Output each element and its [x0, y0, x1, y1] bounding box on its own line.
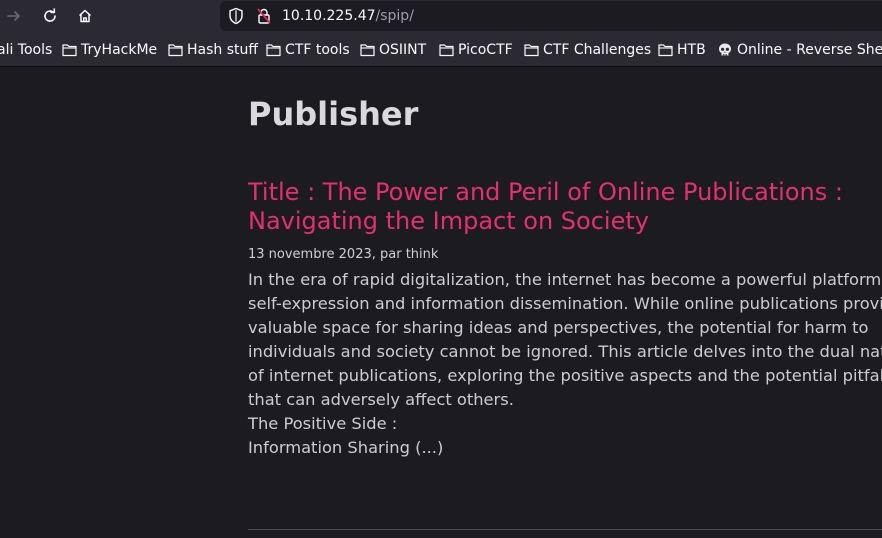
folder-icon	[266, 44, 281, 57]
bookmark-label: ali Tools	[0, 42, 53, 58]
excerpt-line: self-expression and information dissemin…	[248, 294, 882, 313]
bookmark-osiint[interactable]: OSIINT	[360, 41, 426, 59]
article-meta: 13 novembre 2023, par think	[248, 247, 439, 262]
bookmark-htb[interactable]: HTB	[658, 41, 706, 59]
bookmark-label: HTB	[677, 42, 706, 58]
bookmark-online-reverse-shell[interactable]: Online - Reverse Shell	[717, 41, 882, 59]
folder-icon	[439, 44, 454, 57]
skull-icon	[719, 43, 731, 56]
url-host: 10.10.225.47	[282, 8, 376, 24]
home-button[interactable]	[71, 4, 99, 28]
address-bar[interactable]: 10.10.225.47/spip/	[220, 1, 882, 31]
tracking-protection-shield-icon[interactable]	[228, 7, 244, 29]
excerpt-line: In the era of rapid digitalization, the …	[248, 270, 882, 289]
arrow-right-icon	[7, 11, 20, 21]
bookmark-label: PicoCTF	[458, 42, 513, 58]
url-path: /spip/	[375, 8, 414, 24]
bookmark-ctf-challenges[interactable]: CTF Challenges	[524, 41, 651, 59]
url-text[interactable]: 10.10.225.47/spip/	[282, 7, 414, 25]
bookmark-ctf-tools[interactable]: CTF tools	[266, 41, 350, 59]
bookmark-label: Online - Reverse Shell	[737, 42, 882, 58]
reload-button[interactable]	[36, 4, 64, 28]
article-excerpt: In the era of rapid digitalization, the …	[248, 268, 882, 460]
bookmark-label: TryHackMe	[81, 42, 158, 58]
bookmark-label: CTF tools	[285, 42, 350, 58]
folder-icon	[62, 44, 77, 57]
browser-toolbar: 10.10.225.47/spip/	[0, 0, 882, 32]
folder-icon	[168, 44, 183, 57]
forward-button[interactable]	[0, 4, 28, 28]
site-title[interactable]: Publisher	[248, 94, 418, 134]
bookmark-label: CTF Challenges	[543, 42, 652, 58]
excerpt-subheading: The Positive Side :	[248, 414, 398, 433]
excerpt-line: of internet publications, exploring the …	[248, 366, 882, 385]
article-title: Title : The Power and Peril of Online Pu…	[248, 178, 868, 236]
bookmark-picoctf[interactable]: PicoCTF	[439, 41, 513, 59]
page-content: Publisher Title : The Power and Peril of…	[0, 67, 882, 538]
article-title-link[interactable]: Title : The Power and Peril of Online Pu…	[248, 178, 843, 235]
excerpt-read-more[interactable]: Information Sharing (...)	[248, 436, 882, 460]
excerpt-line: individuals and society cannot be ignore…	[248, 342, 882, 361]
bookmark-kali-tools[interactable]: ali Tools	[0, 41, 52, 59]
insecure-lock-icon[interactable]	[256, 7, 272, 29]
excerpt-line: that can adversely affect others.	[248, 390, 514, 409]
folder-icon	[658, 44, 673, 57]
bookmark-hash-stuff[interactable]: Hash stuff	[168, 41, 258, 59]
excerpt-line: valuable space for sharing ideas and per…	[248, 318, 869, 337]
article-divider	[248, 529, 882, 530]
reload-icon	[44, 8, 56, 22]
bookmark-label: OSIINT	[379, 42, 427, 58]
home-icon	[78, 9, 92, 23]
bookmark-label: Hash stuff	[187, 42, 259, 58]
folder-icon	[524, 44, 539, 57]
folder-icon	[360, 44, 375, 57]
bookmark-tryhackme[interactable]: TryHackMe	[62, 41, 157, 59]
bookmarks-toolbar: ali Tools TryHackMe Hash stuff CTF tools…	[0, 32, 882, 67]
